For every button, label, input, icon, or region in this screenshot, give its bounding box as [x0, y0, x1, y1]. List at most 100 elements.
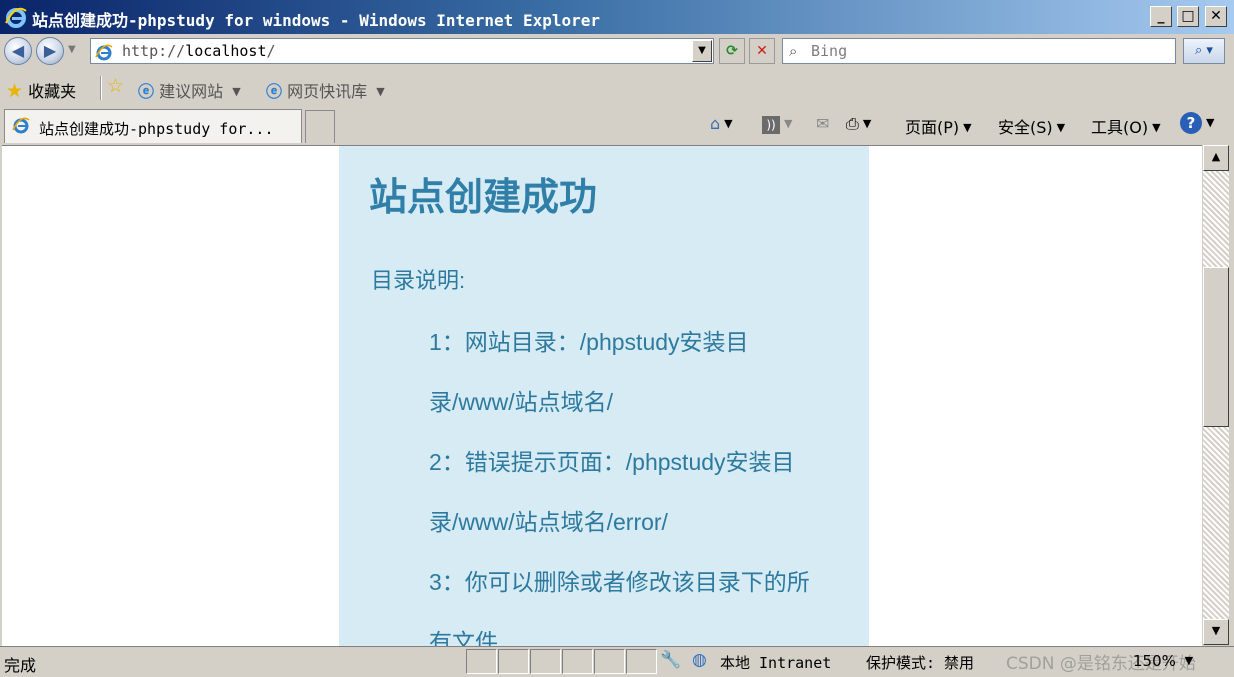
close-button[interactable]: ✕ [1205, 6, 1227, 27]
directory-subheading: 目录说明: [371, 268, 466, 293]
info-line: 1：网站目录：/phpstudy安装目 [429, 329, 749, 355]
forward-button[interactable]: ▶ [36, 37, 64, 65]
mail-icon: ✉ [816, 114, 830, 133]
zoom-value: 150% [1133, 652, 1176, 670]
minimize-button[interactable]: _ [1150, 6, 1172, 27]
page-ie-icon [94, 42, 114, 66]
chevron-down-icon: ▼ [1184, 654, 1194, 667]
scroll-up-button[interactable]: ▲ [1203, 145, 1229, 171]
new-tab-button[interactable] [305, 110, 335, 143]
content-panel: 站点创建成功 目录说明: 1：网站目录：/phpstudy安装目 录/www/站… [339, 146, 869, 646]
maximize-button[interactable]: □ [1177, 6, 1199, 27]
web-slice-gallery-label: 网页快讯库 [287, 82, 368, 101]
chevron-down-icon: ▼ [232, 85, 241, 98]
web-slice-gallery-link[interactable]: ⓔ 网页快讯库 ▼ [266, 78, 385, 102]
search-box[interactable]: ⌕ Bing [782, 38, 1176, 64]
url-suffix: / [266, 42, 276, 60]
chevron-down-icon: ▼ [1206, 116, 1215, 129]
tab-active[interactable]: 站点创建成功-phpstudy for... [4, 109, 302, 143]
refresh-icon: ⟳ [726, 43, 738, 59]
ie-window: 站点创建成功-phpstudy for windows - Windows In… [0, 0, 1234, 677]
forward-arrow-icon: ▶ [43, 41, 57, 60]
address-bar[interactable]: http://localhost/ ▼ [90, 38, 714, 64]
chevron-down-icon: ▼ [784, 117, 793, 130]
chevron-down-icon: ▼ [1152, 121, 1161, 134]
page-viewport[interactable]: 站点创建成功 目录说明: 1：网站目录：/phpstudy安装目 录/www/站… [2, 145, 1202, 646]
rss-icon: )) [762, 116, 780, 134]
info-line: 录/www/站点域名/error/ [429, 509, 668, 535]
search-placeholder: Bing [811, 42, 848, 60]
status-pane [626, 649, 657, 674]
tab-row: 站点创建成功-phpstudy for... ⌂ ▼ )) ▼ ✉ ⎙ ▼ 页面(P)… [0, 106, 1234, 144]
scroll-thumb[interactable] [1203, 267, 1229, 427]
safety-menu-label: 安全(S) [998, 118, 1053, 137]
chevron-down-icon: ▼ [1056, 121, 1066, 134]
status-bar: 完成 🔧 ◍ 本地 Intranet 保护模式: 禁用 CSDN @是铭东还是开… [0, 646, 1234, 677]
url-prefix: http:// [122, 42, 186, 60]
page-menu-label: 页面(P) [905, 118, 960, 137]
home-icon: ⌂ [710, 114, 721, 133]
search-button[interactable]: ⌕ ▾ [1183, 38, 1225, 64]
vertical-scrollbar[interactable]: ▲ ▼ [1203, 145, 1229, 645]
read-mail-button[interactable]: ✉ [816, 114, 829, 133]
info-line: 录/www/站点域名/ [429, 389, 613, 415]
ie-logo-icon [4, 5, 28, 33]
search-icon: ⌕ [789, 42, 798, 60]
safety-menu-button[interactable]: 安全(S) ▼ [998, 114, 1065, 138]
security-zone[interactable]: 本地 Intranet [720, 652, 831, 673]
tools-menu-button[interactable]: 工具(O) ▼ [1091, 114, 1161, 138]
address-dropdown-button[interactable]: ▼ [692, 40, 712, 62]
status-pane [530, 649, 561, 674]
stop-icon: ✕ [756, 43, 768, 59]
intranet-globe-icon: ◍ [692, 650, 707, 670]
print-button[interactable]: ⎙ ▼ [846, 114, 871, 134]
printer-icon: ⎙ [846, 114, 859, 133]
back-arrow-icon: ◀ [11, 41, 25, 60]
suggested-sites-link[interactable]: ⓔ 建议网站 ▼ [138, 78, 241, 102]
add-favorite-star-icon: ☆ [107, 75, 125, 97]
page-menu-button[interactable]: 页面(P) ▼ [905, 114, 972, 138]
chevron-down-icon: ▼ [862, 117, 872, 130]
window-title: 站点创建成功-phpstudy for windows - Windows In… [32, 11, 601, 30]
add-to-favorites-bar-icon[interactable]: ☆ [107, 75, 124, 97]
history-dropdown-icon[interactable]: ▼ [68, 44, 76, 55]
feeds-button[interactable]: )) ▼ [762, 114, 792, 134]
chevron-down-icon: ▼ [963, 121, 972, 134]
scroll-down-button[interactable]: ▼ [1203, 619, 1229, 645]
info-line: 2：错误提示页面：/phpstudy安装目 [429, 449, 795, 475]
refresh-button[interactable]: ⟳ [719, 38, 745, 64]
address-toolbar: ◀ ▶ ▼ http://localhost/ ▼ ⟳ ✕ ⌕ Bing ⌕ ▾ [0, 34, 1234, 70]
help-button[interactable]: ? ▼ [1180, 112, 1214, 134]
chevron-down-icon: ▼ [376, 85, 385, 98]
zoom-level[interactable]: 150% ▼ [1133, 652, 1193, 670]
home-button[interactable]: ⌂ ▼ [710, 114, 733, 133]
url-text[interactable]: http://localhost/ [122, 42, 276, 60]
status-pane [594, 649, 625, 674]
favorites-bar: ★ 收藏夹 ☆ ⓔ 建议网站 ▼ ⓔ 网页快讯库 ▼ [0, 70, 1234, 106]
addons-icon[interactable]: 🔧 [660, 650, 681, 670]
chevron-down-icon: ▼ [724, 117, 733, 130]
web-slice-ie-icon: ⓔ [266, 82, 283, 101]
search-go-icon: ⌕ ▾ [1195, 43, 1213, 58]
page-heading: 站点创建成功 [369, 177, 598, 219]
help-icon: ? [1180, 112, 1202, 134]
info-line: 有文件 [429, 629, 498, 646]
status-pane [466, 649, 497, 674]
favorites-label: 收藏夹 [28, 82, 77, 101]
tools-menu-label: 工具(O) [1091, 118, 1149, 137]
status-pane [498, 649, 529, 674]
info-line: 3：你可以删除或者修改该目录下的所 [429, 569, 810, 595]
status-text: 完成 [4, 656, 37, 675]
tab-ie-icon [11, 115, 31, 139]
url-host: localhost [185, 42, 267, 60]
back-button[interactable]: ◀ [4, 37, 32, 65]
protected-mode[interactable]: 保护模式: 禁用 [866, 652, 974, 673]
favorites-button[interactable]: ★ 收藏夹 [6, 78, 76, 102]
stop-button[interactable]: ✕ [749, 38, 775, 64]
status-pane [562, 649, 593, 674]
suggested-sites-label: 建议网站 [159, 82, 224, 101]
suggested-sites-ie-icon: ⓔ [138, 82, 155, 101]
title-bar[interactable]: 站点创建成功-phpstudy for windows - Windows In… [0, 0, 1234, 34]
tab-label: 站点创建成功-phpstudy for... [39, 120, 274, 138]
favorites-divider [100, 76, 102, 100]
